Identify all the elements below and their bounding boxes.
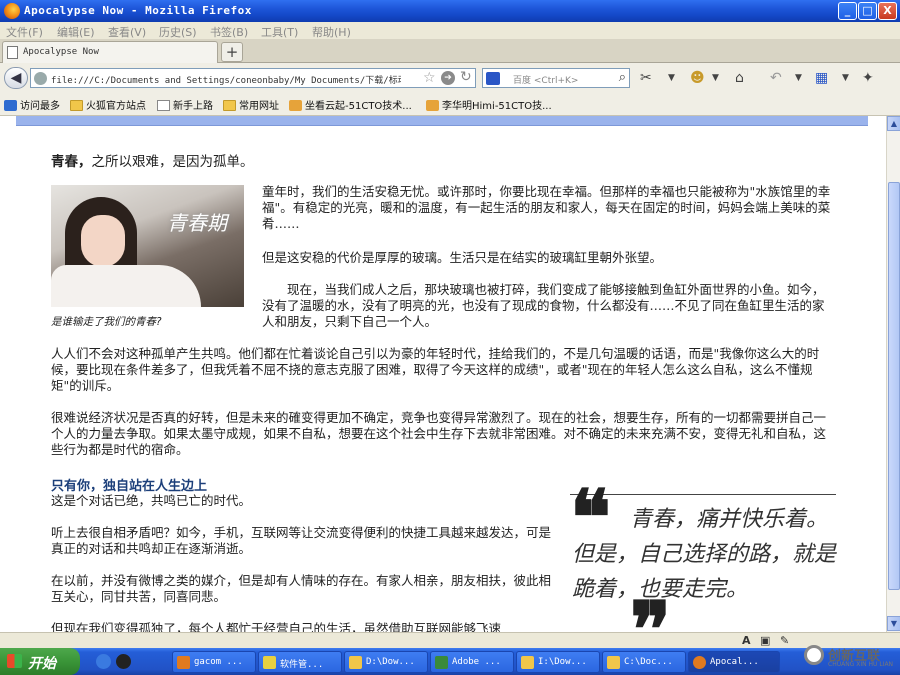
- qq-icon[interactable]: [116, 654, 131, 669]
- menu-bar: 文件(F) 编辑(E) 查看(V) 历史(S) 书签(B) 工具(T) 帮助(H…: [0, 22, 900, 39]
- home-icon[interactable]: ⌂: [735, 70, 744, 86]
- lead-paragraph: 青春，之所以艰难，是因为孤单。: [51, 154, 254, 170]
- tools-icon[interactable]: ✂: [640, 70, 652, 86]
- apps-icon[interactable]: ▦: [815, 70, 828, 86]
- paragraph-4: 人人们不会对这种孤单产生共鸣。他们都在忙着谈论自己引以为豪的年轻时代，挂给我们的…: [51, 346, 820, 393]
- search-icon[interactable]: ⌕: [619, 70, 626, 85]
- section-subhead: 只有你，独自站在人生边上: [51, 479, 208, 494]
- tab-label: Apocalypse Now: [23, 47, 99, 57]
- close-button[interactable]: X: [878, 2, 897, 20]
- photo-overlay-text: 青春期: [167, 211, 227, 235]
- windows-logo-icon: [7, 654, 22, 668]
- scroll-up-button[interactable]: ▲: [887, 116, 900, 131]
- bookmarks-bar: 访问最多 火狐官方站点 新手上路 常用网址 坐看云起-51CTO技术... 李华…: [0, 93, 900, 116]
- bookmark-51cto-1[interactable]: 坐看云起-51CTO技术...: [289, 97, 412, 112]
- search-input[interactable]: 百度 <Ctrl+K>: [513, 73, 578, 86]
- scroll-down-button[interactable]: ▼: [887, 616, 900, 631]
- folder-icon: [70, 100, 83, 111]
- bookmark-most-visited[interactable]: 访问最多: [4, 97, 60, 112]
- task-adobe[interactable]: Adobe ...: [430, 651, 514, 673]
- taskbar: 开始 gacom ... 软件管... D:\Dow... Adobe ... …: [0, 648, 900, 675]
- dropdown-arrow-icon[interactable]: ▼: [712, 73, 719, 83]
- undo-icon[interactable]: ↶: [770, 70, 782, 86]
- url-input[interactable]: file:///C:/Documents and Settings/coneon…: [51, 73, 401, 86]
- bookmark-firefox-official[interactable]: 火狐官方站点: [70, 97, 146, 112]
- paragraph-2: 但是这安稳的代价是厚厚的玻璃。生活只是在结实的玻璃缸里朝外张望。: [262, 250, 663, 265]
- url-bar[interactable]: file:///C:/Documents and Settings/coneon…: [30, 68, 476, 88]
- header-band: [16, 116, 868, 126]
- menu-help[interactable]: 帮助(H): [312, 24, 351, 40]
- new-tab-button[interactable]: +: [221, 42, 243, 62]
- tab-bar: Apocalypse Now +: [0, 39, 900, 63]
- page-content[interactable]: 青春，之所以艰难，是因为孤单。 青春期 是谁输走了我们的青春? 童年时，我们的生…: [0, 116, 886, 632]
- start-label: 开始: [28, 656, 56, 672]
- close-quote-mark: ❞: [630, 585, 671, 633]
- pullquote: 青春，痛并快乐着。但是，自己选择的路，就是跪着，也要走完。: [572, 507, 837, 602]
- photo-caption: 是谁输走了我们的青春?: [51, 316, 162, 328]
- bookmark-star-icon[interactable]: ☆: [423, 70, 436, 86]
- paragraph-9: 但现在我们变得孤独了，每个人都忙于经营自己的生活，虽然借助互联网能够飞速: [51, 621, 502, 632]
- search-bar[interactable]: 百度 <Ctrl+K> ⌕: [482, 68, 630, 88]
- back-button[interactable]: ◀: [4, 67, 28, 89]
- task-gacom[interactable]: gacom ...: [172, 651, 256, 673]
- task-c-documents[interactable]: C:\Doc...: [602, 651, 686, 673]
- go-icon[interactable]: ➔: [441, 71, 455, 85]
- rss-icon: [289, 100, 302, 111]
- start-button[interactable]: 开始: [0, 648, 80, 675]
- smiley-icon[interactable]: ☻: [690, 70, 705, 86]
- task-apocalypse-firefox[interactable]: Apocal...: [688, 651, 780, 673]
- watermark-icon: [804, 645, 824, 665]
- paragraph-8: 在以前，并没有微博之类的媒介，但是却有人情味的存在。有家人相亲，朋友相扶，彼此相…: [51, 573, 552, 604]
- maximize-button[interactable]: □: [858, 2, 877, 20]
- vertical-scrollbar[interactable]: ▲ ▼: [886, 116, 900, 632]
- brush-icon[interactable]: ✎: [780, 634, 789, 647]
- paragraph-1: 童年时，我们的生活安稳无忧。或许那时，你要比现在幸福。但那样的幸福也只能被称为"…: [262, 184, 831, 231]
- minimize-button[interactable]: _: [838, 2, 857, 20]
- reload-icon[interactable]: ↻: [460, 69, 472, 85]
- status-bar: A ▣ ✎: [0, 632, 900, 648]
- window-title: Apocalypse Now - Mozilla Firefox: [24, 4, 252, 17]
- ie-icon[interactable]: [96, 654, 111, 669]
- paragraph-5: 很难说经济状况是否真的好转，但是未来的確变得更加不确定，竞争也变得异常激烈了。现…: [51, 410, 827, 457]
- firefox-icon: [4, 3, 20, 19]
- menu-file[interactable]: 文件(F): [6, 24, 43, 40]
- addon-icon[interactable]: ✦: [862, 70, 874, 86]
- paragraph-7: 听上去很自相矛盾吧？如今，手机，互联网等让交流变得便利的快捷工具越来越发达，可是…: [51, 525, 552, 556]
- task-i-downloads[interactable]: I:\Dow...: [516, 651, 600, 673]
- task-software-manager[interactable]: 软件管...: [258, 651, 342, 673]
- menu-history[interactable]: 历史(S): [159, 24, 197, 40]
- dropdown-arrow-icon[interactable]: ▼: [795, 73, 802, 83]
- paragraph-6: 这是个对话已绝，共鸣已亡的时代。: [51, 493, 252, 508]
- menu-view[interactable]: 查看(V): [108, 24, 146, 40]
- task-d-downloads[interactable]: D:\Dow...: [344, 651, 428, 673]
- paragraph-3: 现在，当我们成人之后，那块玻璃也被打碎，我们变成了能够接触到鱼缸外面世界的小鱼。…: [262, 282, 825, 329]
- page-icon: [7, 46, 18, 59]
- window-icon[interactable]: ▣: [760, 634, 770, 647]
- bookmark-getting-started[interactable]: 新手上路: [157, 97, 213, 112]
- font-size-icon[interactable]: A: [742, 634, 751, 647]
- article-photo: 青春期: [51, 185, 244, 307]
- menu-edit[interactable]: 编辑(E): [57, 24, 95, 40]
- firefox-icon: [4, 100, 17, 111]
- navigation-bar: ◀ file:///C:/Documents and Settings/cone…: [0, 63, 900, 93]
- scroll-thumb[interactable]: [888, 182, 900, 590]
- tab-apocalypse-now[interactable]: Apocalypse Now: [2, 41, 218, 63]
- page-icon: [157, 100, 170, 111]
- bookmark-common-sites[interactable]: 常用网址: [223, 97, 279, 112]
- dropdown-arrow-icon[interactable]: ▼: [668, 73, 675, 83]
- rss-icon: [426, 100, 439, 111]
- title-bar: Apocalypse Now - Mozilla Firefox _ □ X: [0, 0, 900, 22]
- menu-tools[interactable]: 工具(T): [261, 24, 298, 40]
- watermark-logo: 创新互联 CHUANG XIN HU LIAN: [800, 642, 900, 670]
- baidu-engine-icon[interactable]: [486, 72, 500, 85]
- bookmark-51cto-2[interactable]: 李华明Himi-51CTO技...: [426, 97, 552, 112]
- menu-bookmarks[interactable]: 书签(B): [210, 24, 248, 40]
- site-identity-icon[interactable]: [34, 72, 47, 85]
- dropdown-arrow-icon[interactable]: ▼: [842, 73, 849, 83]
- folder-icon: [223, 100, 236, 111]
